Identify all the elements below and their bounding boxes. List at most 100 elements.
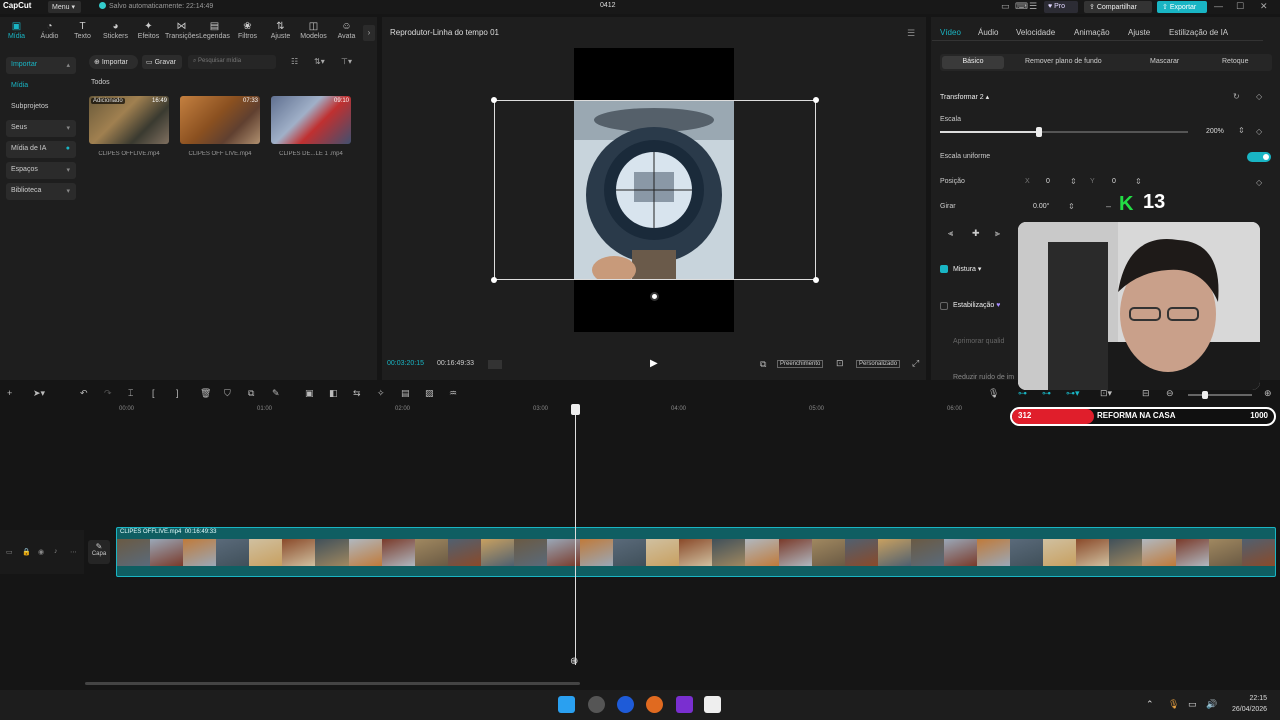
subtab-remove-bg[interactable]: Remover plano de fundo xyxy=(1025,58,1102,65)
playhead-bottom-icon[interactable]: ⊕ xyxy=(570,656,578,667)
windows-start-icon[interactable] xyxy=(558,696,575,713)
tab-animation[interactable]: Animação xyxy=(1074,28,1110,37)
view-icon[interactable]: ⊡▾ xyxy=(1100,388,1112,399)
tab-transition[interactable]: ⋈ Transições xyxy=(165,19,199,47)
scale-slider-knob[interactable] xyxy=(1036,127,1042,137)
tab-filters[interactable]: ❀ Filtros xyxy=(231,19,264,47)
freeze-icon[interactable]: ▣ xyxy=(305,388,314,399)
timeline-scrollbar[interactable] xyxy=(85,682,580,685)
system-clock[interactable]: 22:15 26/04/2026 xyxy=(1232,693,1267,715)
playhead[interactable] xyxy=(575,410,576,665)
tab-captions[interactable]: ▤ Legendas xyxy=(198,19,231,47)
eye-icon[interactable]: ◉ xyxy=(38,548,44,556)
mic-icon[interactable]: 🎙 xyxy=(988,388,999,399)
fill-button[interactable]: Preenchimento xyxy=(777,360,824,368)
fit-icon[interactable]: ⊟ xyxy=(1142,388,1150,399)
network-icon[interactable]: ▭ xyxy=(1188,699,1197,710)
browser-icon[interactable] xyxy=(617,696,634,713)
export-button[interactable]: ⇧ Exportar xyxy=(1157,1,1207,13)
crop-tool-icon[interactable]: ⧉ xyxy=(248,388,254,399)
subtab-basic[interactable]: Básico xyxy=(942,56,1004,69)
tab-speed[interactable]: Velocidade xyxy=(1016,28,1055,37)
media-thumb-3[interactable]: 09:10 xyxy=(271,96,351,144)
keyframe-icon[interactable]: ◇ xyxy=(1256,92,1262,101)
align-center-icon[interactable]: ✚ xyxy=(972,228,980,239)
reset-icon[interactable]: ↻ xyxy=(1233,92,1240,101)
ratio-button[interactable]: Personalizado xyxy=(856,360,901,368)
tab-audio[interactable]: Áudio xyxy=(978,28,998,37)
blend-checkbox[interactable] xyxy=(940,265,948,273)
tray-chevron-icon[interactable]: ⌃ xyxy=(1146,699,1154,710)
speaker-icon[interactable]: ♪ xyxy=(54,548,58,555)
crop-icon[interactable]: ⧉ xyxy=(760,359,766,370)
snap-icon[interactable]: ⊶ xyxy=(1042,388,1051,399)
delete-icon[interactable]: 🗑 xyxy=(200,388,211,399)
stabilize-label[interactable]: Estabilização ♥ xyxy=(953,302,1000,309)
frame-icon[interactable] xyxy=(488,360,502,369)
zoom-out-icon[interactable]: ⊖ xyxy=(1166,388,1174,399)
tab-video[interactable]: Vídeo xyxy=(940,28,961,37)
stepper-icon[interactable]: ⇕ xyxy=(1068,202,1075,211)
mirror-icon[interactable]: ◧ xyxy=(329,388,338,399)
screenshot-icon[interactable]: ⊡ xyxy=(836,358,844,369)
tab-effects[interactable]: ✦ Efeitos xyxy=(132,19,165,47)
shield-icon[interactable]: ⛉ xyxy=(224,388,231,399)
cover-button[interactable]: ✎ Capa xyxy=(88,540,110,564)
tab-audio[interactable]: ◔ Áudio xyxy=(33,19,66,47)
sidebar-item-3[interactable]: Seus ▾ xyxy=(6,120,76,137)
playhead-handle[interactable] xyxy=(571,404,580,415)
capcut-icon[interactable] xyxy=(704,696,721,713)
zoom-in-icon[interactable]: ⊕ xyxy=(1264,388,1272,399)
lock-icon[interactable]: 🔒 xyxy=(22,548,31,556)
search-input[interactable]: ⌕ Pesquisar mídia xyxy=(188,55,276,69)
scale-value[interactable]: 200% xyxy=(1206,128,1224,135)
chevron-right-icon[interactable]: › xyxy=(363,25,375,41)
media-thumb-1[interactable]: Adicionado 16:49 xyxy=(89,96,169,144)
tab-ai-style[interactable]: Estilização de IA xyxy=(1169,28,1228,37)
layout-icon[interactable]: ▭ xyxy=(1001,1,1010,12)
resize-handle[interactable] xyxy=(491,277,497,283)
more-icon[interactable]: ⋯ xyxy=(70,548,77,556)
add-track-icon[interactable]: + xyxy=(7,388,12,398)
resize-handle[interactable] xyxy=(813,97,819,103)
zoom-slider[interactable] xyxy=(1188,394,1252,396)
resize-handle[interactable] xyxy=(813,277,819,283)
preview-axis-icon[interactable]: ⊶▾ xyxy=(1066,388,1080,399)
minimize-icon[interactable]: — xyxy=(1214,1,1223,11)
share-button[interactable]: ⇪ Compartilhar xyxy=(1084,1,1152,13)
reverse-icon[interactable]: ⇆ xyxy=(353,388,361,399)
mic-tray-icon[interactable]: 🎙 xyxy=(1168,699,1179,710)
split-icon[interactable]: ⌶ xyxy=(128,388,133,399)
fullscreen-icon[interactable]: ⤢ xyxy=(912,358,919,369)
track-view-icon[interactable]: ▭ xyxy=(6,548,13,556)
uniform-scale-toggle[interactable] xyxy=(1247,152,1271,162)
stabilize-checkbox[interactable] xyxy=(940,302,948,310)
tab-sticker[interactable]: ◕ Stickers xyxy=(99,19,132,47)
draw-icon[interactable]: ✎ xyxy=(272,388,280,399)
align-left-icon[interactable]: ⫷ xyxy=(948,228,953,239)
media-thumb-2[interactable]: 07:33 xyxy=(180,96,260,144)
resize-handle[interactable] xyxy=(491,97,497,103)
tab-media[interactable]: ▣ Mídia xyxy=(0,19,33,47)
volume-icon[interactable]: 🔊 xyxy=(1206,699,1217,710)
align-right-icon[interactable]: ⫸ xyxy=(995,228,1000,239)
stepper-icon[interactable]: ⇕ xyxy=(1135,177,1142,186)
menu-icon[interactable]: ☰ xyxy=(907,28,915,39)
subtab-retouch[interactable]: Retoque xyxy=(1222,58,1248,65)
stepper-icon[interactable]: ⇕ xyxy=(1070,177,1077,186)
keyboard-icon[interactable]: ⌨ xyxy=(1015,1,1028,12)
blend-label[interactable]: Mistura ▾ xyxy=(953,265,981,273)
flip-icon[interactable]: – xyxy=(1106,201,1111,211)
tab-avatar[interactable]: ☺ Avata xyxy=(330,19,363,47)
settings-icon[interactable]: ☰ xyxy=(1029,1,1037,12)
sort-icon[interactable]: ⇅▾ xyxy=(314,57,325,66)
magic-icon[interactable]: ✧ xyxy=(377,388,385,399)
subtitle-icon[interactable]: ▤ xyxy=(401,388,410,399)
sidebar-item-6[interactable]: Biblioteca ▾ xyxy=(6,183,76,200)
menu-button[interactable]: Menu ▾ xyxy=(48,1,81,13)
tab-templates[interactable]: ◫ Modelos xyxy=(297,19,330,47)
pro-button[interactable]: ♥ Pro xyxy=(1044,1,1078,13)
select-tool-icon[interactable]: ➤▾ xyxy=(33,388,45,399)
transform-box[interactable] xyxy=(491,97,819,283)
link-icon[interactable]: ⊶ xyxy=(1018,388,1027,399)
